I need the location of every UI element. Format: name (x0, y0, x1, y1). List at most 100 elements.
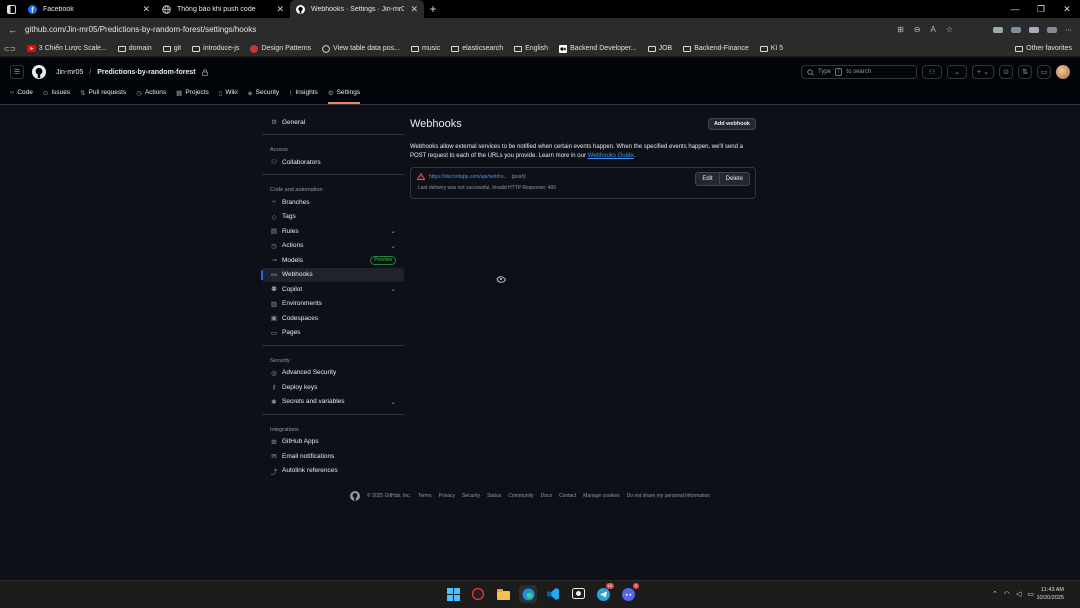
bookmark-item[interactable]: View table data pos... (322, 44, 400, 53)
delete-webhook-button[interactable]: Delete (719, 172, 750, 186)
tab-pull-requests[interactable]: ⇅ Pull requests (80, 86, 126, 104)
wifi-icon[interactable]: ◠ (1004, 590, 1010, 598)
sidebar-item-advanced-security[interactable]: ◎ Advanced Security (262, 366, 404, 380)
tab-actions[interactable]: ◷ Actions (136, 86, 166, 104)
file-explorer-icon[interactable] (494, 585, 512, 603)
footer-link-privacy[interactable]: Privacy (439, 493, 455, 499)
footer-link-docs[interactable]: Docs (541, 493, 552, 499)
edge-browser-icon[interactable] (519, 585, 537, 603)
extension-icon[interactable] (1047, 26, 1057, 33)
webhook-url-link[interactable]: https://discordapp.com/api/webho... (429, 174, 508, 180)
back-icon[interactable]: ← (8, 25, 17, 35)
sidebar-item-rules[interactable]: ▤ Rules ⌄ (262, 224, 404, 238)
new-tab-icon[interactable]: + (424, 0, 442, 18)
sidebar-item-tags[interactable]: ◇ Tags (262, 210, 404, 224)
extension-icon[interactable] (993, 26, 1003, 33)
bookmark-item[interactable]: Design Patterns (250, 44, 311, 53)
copilot-menu-button[interactable]: ⌄ (947, 65, 967, 79)
webhooks-guide-link[interactable]: Webhooks Guide (588, 153, 634, 159)
taskbar-clock[interactable]: 11:43 AM 10/20/2025 (1036, 586, 1064, 602)
tab-actions-icon[interactable] (0, 0, 22, 18)
tab-projects[interactable]: ▦ Projects (176, 86, 209, 104)
footer-link-status[interactable]: Status (487, 493, 501, 499)
bookmark-item[interactable]: 3 Chiến Lược Scale... (26, 45, 107, 52)
favorite-star-icon[interactable]: ☆ (946, 25, 953, 34)
footer-link-security[interactable]: Security (462, 493, 480, 499)
footer-link-do-not-share[interactable]: Do not share my personal information (627, 493, 710, 499)
repo-owner-link[interactable]: Jin-mr05 (56, 69, 83, 76)
app-icon[interactable] (469, 585, 487, 603)
zoom-icon[interactable]: ⊖ (914, 25, 921, 34)
sidebar-item-collaborators[interactable]: ⚇ Collaborators (262, 155, 404, 169)
close-tab-icon[interactable]: ✕ (276, 4, 284, 15)
sidebar-item-webhooks[interactable]: ⚯ Webhooks (261, 267, 404, 282)
github-desktop-icon[interactable] (569, 585, 587, 603)
sidebar-item-copilot[interactable]: ⚉ Copilot ⌄ (262, 282, 404, 296)
search-input[interactable]: Type / to search (801, 65, 917, 79)
footer-link-terms[interactable]: Terms (418, 493, 432, 499)
minimize-icon[interactable]: — (1002, 0, 1028, 18)
hamburger-menu-icon[interactable]: ☰ (10, 65, 24, 79)
sidebar-item-email-notifications[interactable]: ✉ Email notifications (262, 449, 404, 463)
bookmark-item[interactable]: English (514, 45, 548, 52)
inbox-button[interactable]: ▭ (1037, 65, 1051, 79)
repo-name-link[interactable]: Predictions-by-random-forest (97, 69, 195, 76)
pull-requests-button[interactable]: ⇅ (1018, 65, 1032, 79)
add-webhook-button[interactable]: Add webhook (707, 118, 756, 130)
other-favorites[interactable]: Other favorites (1015, 45, 1076, 52)
sidebar-item-branches[interactable]: ⑂ Branches (262, 195, 404, 209)
sidebar-item-deploy-keys[interactable]: ⚷ Deploy keys (262, 380, 404, 394)
battery-icon[interactable]: ▭ (1027, 590, 1034, 598)
bookmark-toggle-icon[interactable]: ⊂⊃ (4, 45, 16, 53)
more-menu-icon[interactable]: ⋯ (1065, 26, 1072, 34)
sidebar-item-general[interactable]: ⚙ General (262, 115, 404, 129)
sidebar-item-secrets-variables[interactable]: ✱ Secrets and variables ⌄ (262, 395, 404, 409)
sidebar-item-codespaces[interactable]: ▣ Codespaces (262, 311, 404, 325)
read-aloud-icon[interactable]: A (930, 25, 935, 34)
vscode-icon[interactable] (544, 585, 562, 603)
bookmark-item[interactable]: git (162, 45, 181, 52)
tab-security[interactable]: ◈ Security (248, 86, 279, 104)
sidebar-item-models[interactable]: ⊸ Models Preview (262, 253, 404, 267)
tab-code[interactable]: ‹› Code (10, 86, 33, 104)
browser-tab-facebook[interactable]: f Facebook ✕ (22, 0, 156, 18)
issues-button[interactable]: ⊙ (999, 65, 1013, 79)
bookmark-item[interactable]: introduce-js (192, 45, 239, 52)
tab-insights[interactable]: ⌇ Insights (289, 86, 318, 104)
browser-tab-push-notify[interactable]: Thông báo khi push code ✕ (156, 0, 290, 18)
extension-icon[interactable] (1029, 26, 1039, 33)
bookmark-item[interactable]: Kì 5 (759, 45, 783, 52)
bookmark-item[interactable]: domain (117, 45, 152, 52)
tab-wiki[interactable]: ▯ Wiki (219, 86, 238, 104)
copilot-button[interactable]: ⚇ (922, 65, 942, 79)
url-input[interactable]: github.com/Jin-mr05/Predictions-by-rando… (17, 25, 897, 34)
bookmark-item[interactable]: Backend Developer... (559, 44, 637, 53)
footer-link-contact[interactable]: Contact (559, 493, 576, 499)
maximize-icon[interactable]: ❐ (1028, 0, 1054, 18)
avatar[interactable] (1056, 65, 1070, 79)
telegram-icon[interactable]: 10 (594, 583, 614, 603)
windows-start-icon[interactable] (444, 585, 462, 603)
close-tab-icon[interactable]: ✕ (142, 4, 150, 15)
extension-icon[interactable] (1011, 26, 1021, 33)
edit-webhook-button[interactable]: Edit (695, 172, 720, 186)
footer-link-community[interactable]: Community (508, 493, 533, 499)
sidebar-item-environments[interactable]: ▥ Environments (262, 297, 404, 311)
sidebar-item-github-apps[interactable]: ⊞ GitHub Apps (262, 435, 404, 449)
footer-link-manage-cookies[interactable]: Manage cookies (583, 493, 619, 499)
tab-settings[interactable]: ⚙ Settings (327, 86, 361, 104)
chevron-up-icon[interactable]: ⌃ (992, 590, 998, 598)
bookmark-item[interactable]: elasticsearch (451, 45, 503, 52)
volume-icon[interactable]: ◁ (1016, 590, 1021, 598)
browser-tab-webhooks[interactable]: Webhooks · Settings · Jin-mr05/P ✕ (290, 0, 424, 18)
bookmark-item[interactable]: JOB (647, 45, 672, 52)
tab-issues[interactable]: ⊙ Issues (43, 86, 70, 104)
sidebar-item-actions[interactable]: ◷ Actions ⌄ (262, 239, 404, 253)
close-window-icon[interactable]: ✕ (1054, 0, 1080, 18)
bookmark-item[interactable]: Backend-Finance (683, 45, 749, 52)
bookmark-item[interactable]: music (410, 45, 440, 52)
create-new-button[interactable]: + ⌄ (972, 65, 994, 79)
app-available-icon[interactable]: ⊞ (897, 25, 904, 34)
github-logo-icon[interactable] (32, 65, 46, 79)
sidebar-item-pages[interactable]: ▭ Pages (262, 326, 404, 340)
